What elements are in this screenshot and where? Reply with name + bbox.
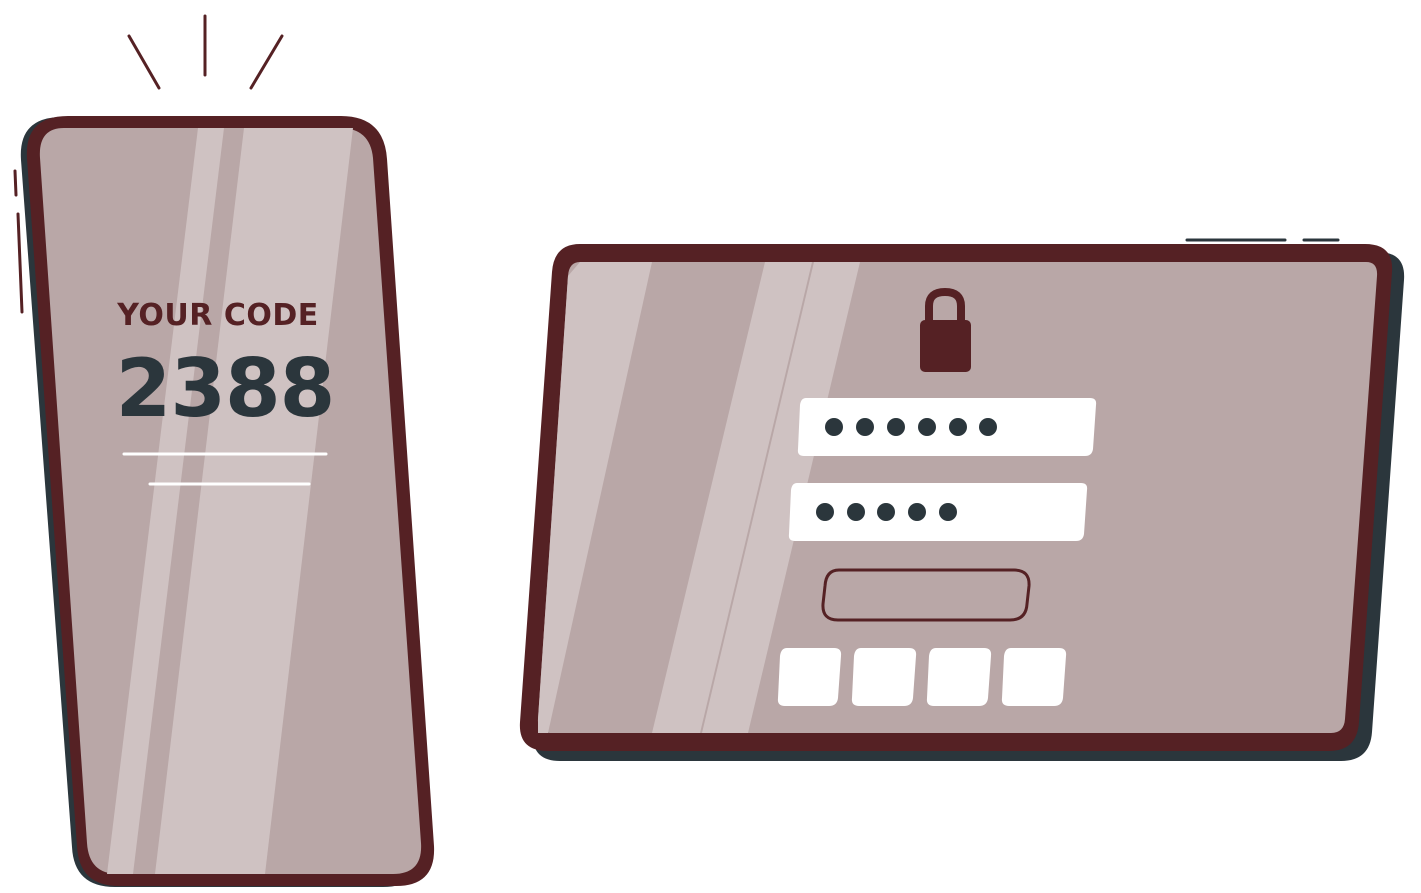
code-box-1[interactable] xyxy=(777,648,842,706)
code-box-2[interactable] xyxy=(851,648,917,706)
code-label: YOUR CODE xyxy=(116,298,318,333)
tablet xyxy=(519,238,1405,761)
two-factor-illustration: YOUR CODE 2388 xyxy=(13,14,1405,887)
phone-side-buttons xyxy=(13,169,24,314)
password-field[interactable] xyxy=(788,483,1088,541)
phone: YOUR CODE 2388 xyxy=(13,14,435,887)
code-value: 2388 xyxy=(116,342,335,435)
code-box-3[interactable] xyxy=(926,648,992,706)
code-box-4[interactable] xyxy=(1001,648,1067,706)
ping-lines-icon xyxy=(127,14,284,90)
username-field[interactable] xyxy=(797,398,1097,456)
submit-button[interactable] xyxy=(821,568,1031,622)
